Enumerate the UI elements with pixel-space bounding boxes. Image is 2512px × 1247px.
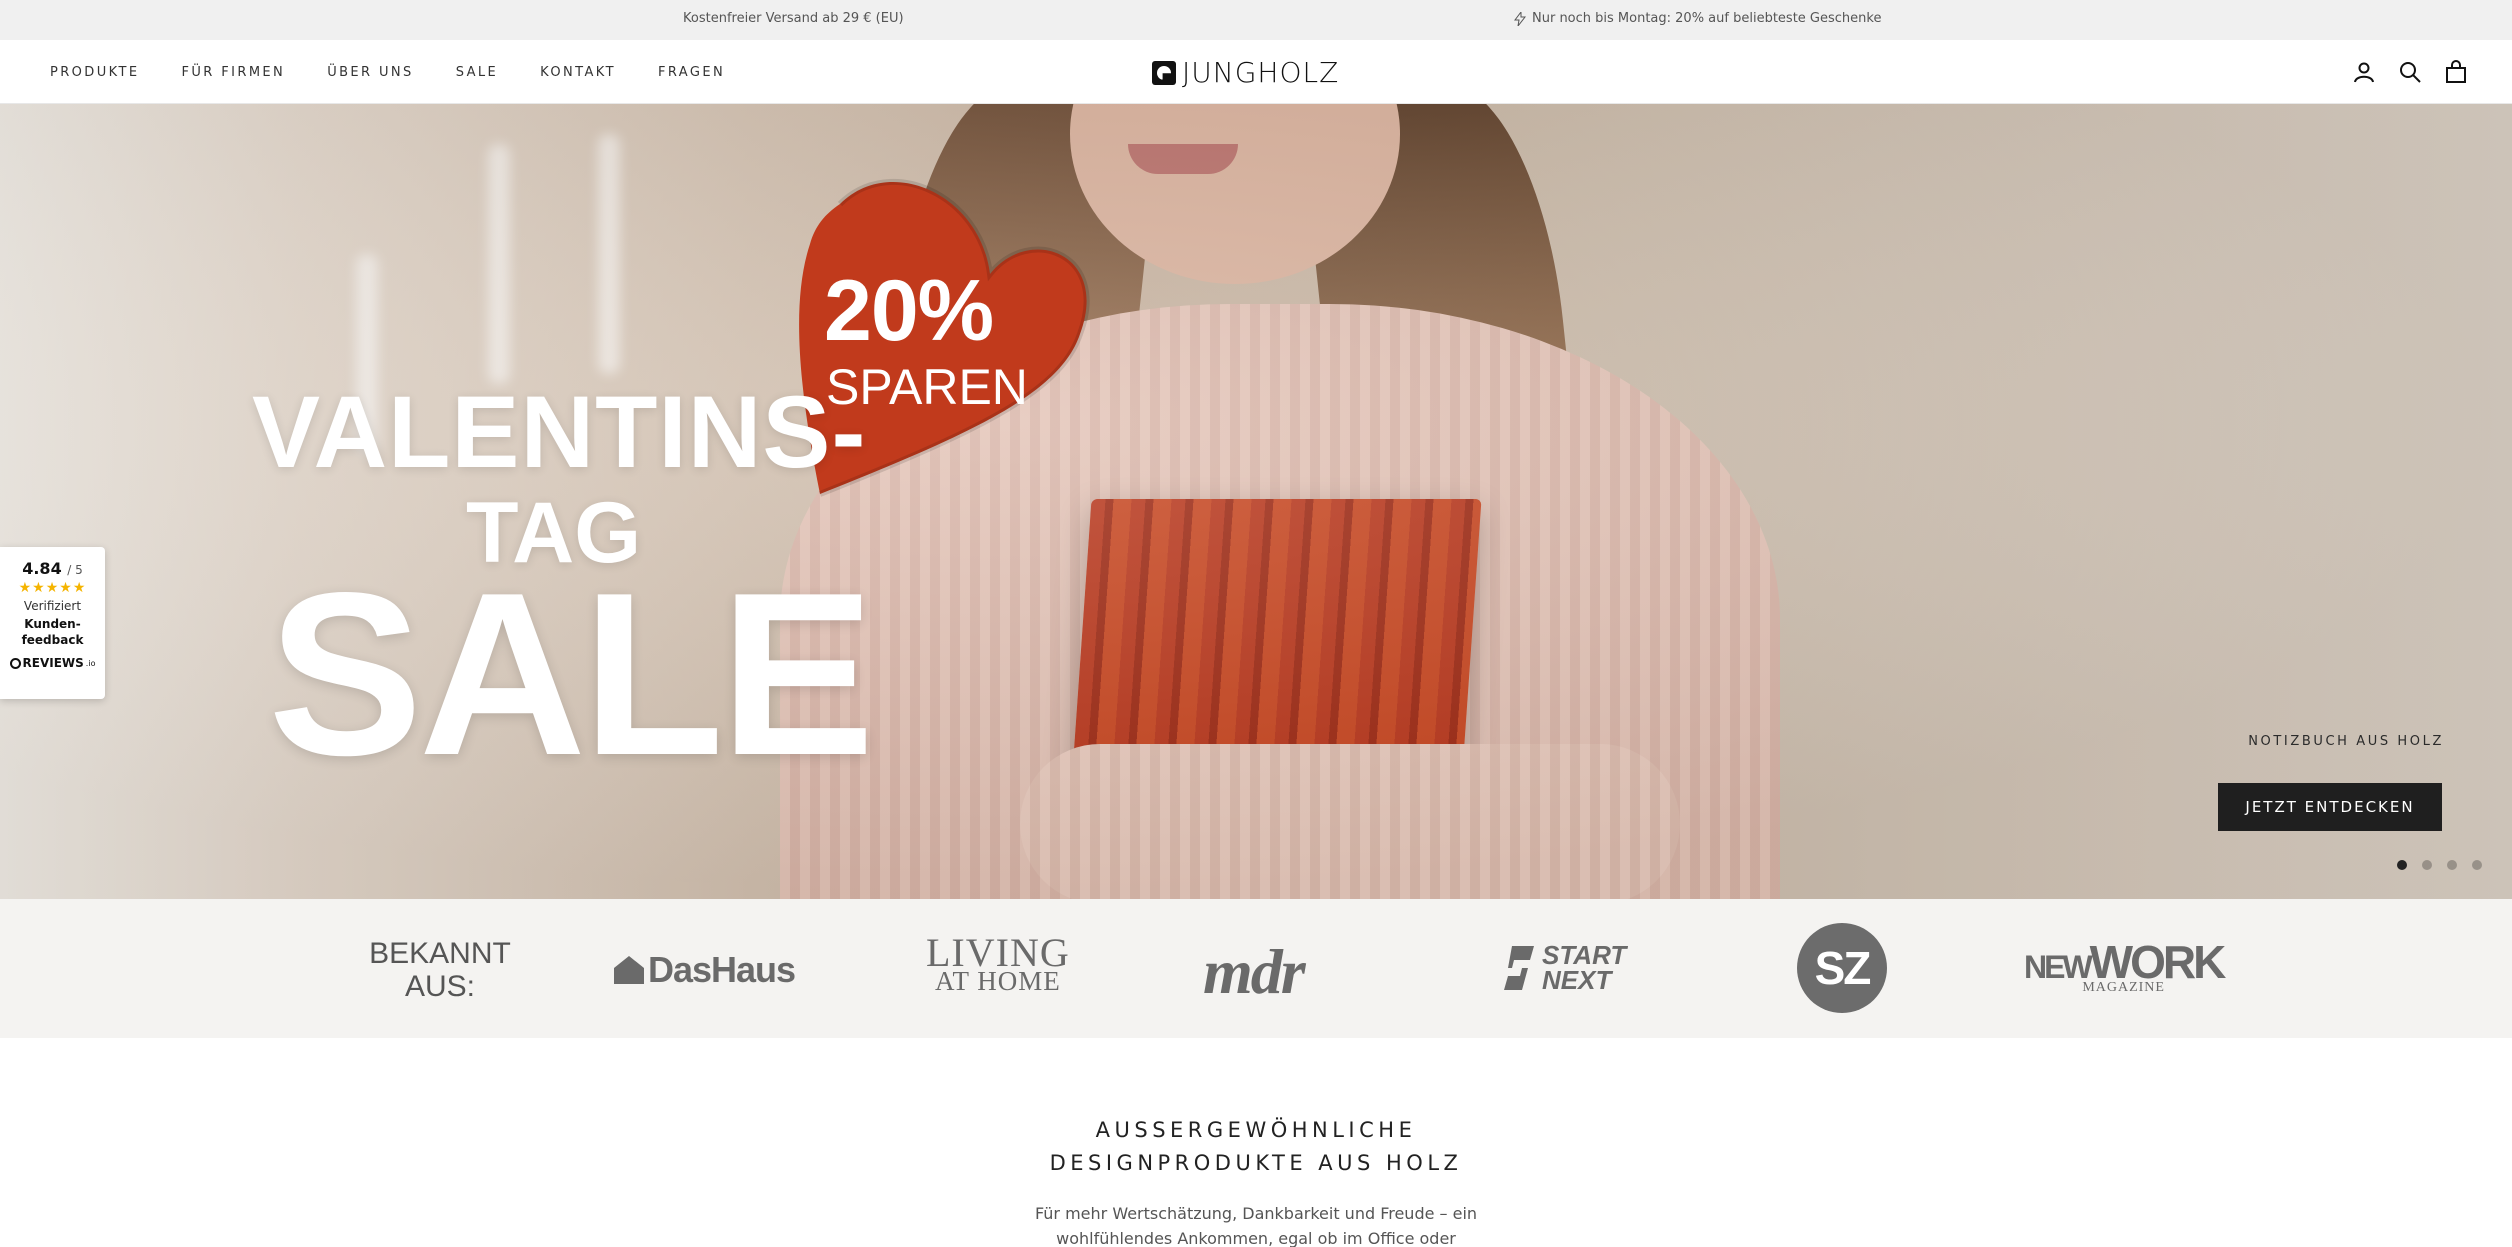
nav-item-ueber-uns[interactable]: ÜBER UNS [327,65,414,80]
slide-dot-2[interactable] [2422,860,2432,870]
site-header: PRODUKTE FÜR FIRMEN ÜBER UNS SALE KONTAK… [0,40,2512,104]
startnext-mark-icon [1504,946,1534,990]
reviews-logo-icon [9,657,21,669]
hero-banner: 20% SPAREN VALENTINS- TAG SALE NOTIZBUCH… [0,104,2512,899]
nav-item-fragen[interactable]: FRAGEN [658,65,725,80]
living-at-home-logo: LIVING AT HOME [926,930,1070,996]
hero-headline-line3: SALE [268,545,875,804]
search-icon[interactable] [2398,60,2422,84]
announcement-bar: Kostenfreier Versand ab 29 € (EU) Nur no… [0,0,2512,40]
logo-text: JUNGHOLZ [1182,56,1340,89]
slide-dot-1[interactable] [2397,860,2407,870]
account-icon[interactable] [2352,60,2376,84]
review-feedback-1: Kunden- [24,617,81,631]
discover-button[interactable]: JETZT ENTDECKEN [2218,783,2442,831]
reviews-badge[interactable]: 4.84 / 5 ★★★★★ Verifiziert Kunden- feedb… [0,547,105,699]
press-logos-bar: BEKANNT AUS: DasHaus LIVING AT HOME mdr … [0,899,2512,1038]
cart-icon[interactable] [2444,60,2468,84]
nav-item-kontakt[interactable]: KONTAKT [540,65,616,80]
slider-pagination [2397,860,2482,870]
review-verified: Verifiziert [23,599,82,613]
shipping-notice: Kostenfreier Versand ab 29 € (EU) [683,11,904,26]
slide-dot-4[interactable] [2472,860,2482,870]
house-icon [614,956,644,984]
nav-item-sale[interactable]: SALE [456,65,498,80]
review-score: 4.84 / 5 [22,559,83,578]
dashaus-logo: DasHaus [614,949,796,991]
section-intro-text: Für mehr Wertschätzung, Dankbarkeit und … [1034,1204,1478,1247]
slide-dot-3[interactable] [2447,860,2457,870]
hero-headline-line1: VALENTINS- [252,375,867,489]
star-rating-icon: ★★★★★ [18,580,87,596]
startnext-logo: START NEXT [1502,942,1626,993]
mdr-logo: mdr [1203,936,1306,1007]
new-work-magazine-logo: NEWWORK MAGAZINE [2024,936,2226,995]
sz-logo: SZ [1797,923,1887,1013]
reviews-io-logo: REVIEWS .io [0,656,105,670]
discount-percent: 20% [824,263,994,359]
site-logo[interactable]: JUNGHOLZ [1152,56,1339,89]
press-label: BEKANNT AUS: [369,937,511,1003]
promo-notice: Nur noch bis Montag: 20% auf beliebteste… [1514,11,1881,26]
nav-item-produkte[interactable]: PRODUKTE [50,65,140,80]
bolt-icon [1514,11,1526,26]
header-actions [2352,60,2468,84]
logo-mark-icon [1152,60,1176,85]
hero-subtitle: NOTIZBUCH AUS HOLZ [2248,734,2444,749]
review-feedback-2: feedback [21,633,84,647]
promo-text: Nur noch bis Montag: 20% auf beliebteste… [1532,11,1882,26]
nav-item-fuer-firmen[interactable]: FÜR FIRMEN [182,65,286,80]
main-nav: PRODUKTE FÜR FIRMEN ÜBER UNS SALE KONTAK… [50,65,767,80]
section-title: AUSSERGEWÖHNLICHE DESIGNPRODUKTE AUS HOL… [1049,1118,1463,1175]
